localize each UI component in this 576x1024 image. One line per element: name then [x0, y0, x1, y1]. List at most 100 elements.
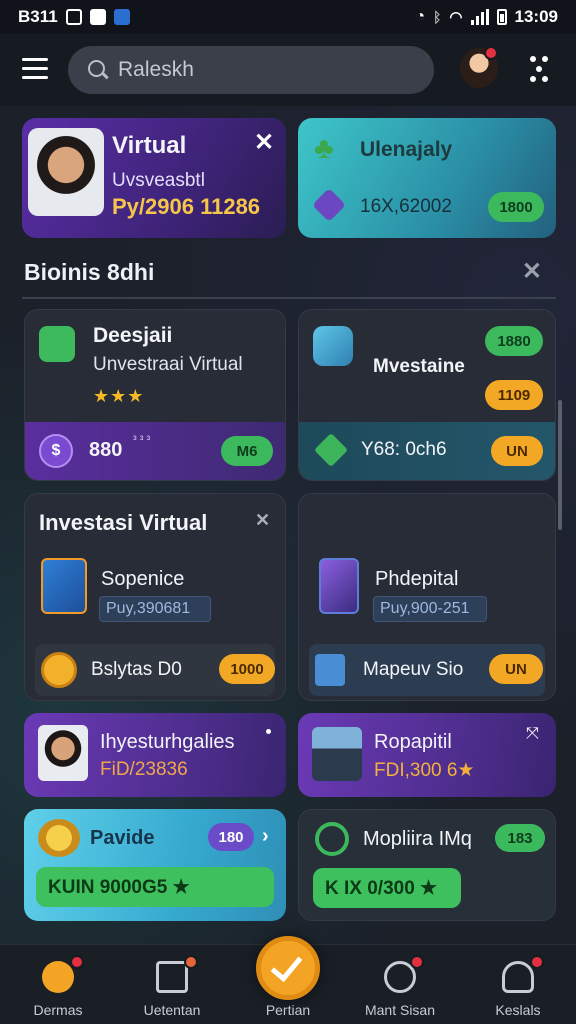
card-f-photo [312, 727, 362, 781]
expand-icon[interactable]: ⤧ [526, 725, 539, 743]
avatar-notification-badge [484, 46, 498, 60]
card-a-amount: 880 [89, 439, 123, 461]
card-c-row[interactable]: Bslytas D0 1000 [35, 644, 275, 696]
card-a-pill[interactable]: M6 [221, 436, 273, 466]
card-a-amount-sup: ³ ³ ³ [133, 434, 151, 446]
daily-card-title: Ulenajaly [360, 138, 453, 161]
card-d-item-tag: Puy,900-251 [373, 596, 487, 622]
phone-icon [319, 558, 359, 614]
nav-label-home: Dermas [33, 1002, 83, 1018]
cube-icon [312, 188, 346, 222]
card-a-stars: ★★★ [93, 386, 145, 406]
more-options-button[interactable] [528, 56, 550, 82]
card-c-row-label: Bslytas D0 [91, 659, 182, 680]
investment-card-g[interactable]: Pavide 180 › KUIN 9000G5 ★ [24, 809, 286, 921]
card-a-subtitle: Unvestraai Virtual [93, 354, 243, 375]
scrollbar[interactable] [558, 400, 562, 530]
search-bar[interactable] [68, 46, 434, 94]
investment-card-d[interactable]: Phdepital Puy,900-251 Mapeuv Sio UN [298, 493, 556, 701]
card-c-item-tag: Puy,390681 [99, 596, 211, 622]
notification-icon [89, 9, 106, 25]
signal-icon [470, 9, 489, 25]
nav-label-tablet: Uetentan [143, 1002, 201, 1018]
gallery-icon [65, 9, 82, 25]
nav-item-tablet[interactable]: Uetentan [122, 945, 222, 1024]
card-d-row-pill[interactable]: UN [489, 654, 543, 684]
card-h-title: Mopliira IMq [363, 828, 472, 850]
investment-card-h[interactable]: Mopliira IMq 183 K IX 0/300 ★ [298, 809, 556, 921]
section-close-icon[interactable]: ✕ [522, 257, 542, 286]
card-d-row[interactable]: Mapeuv Sio UN [309, 644, 545, 696]
home-icon [42, 961, 74, 993]
card-h-pill[interactable]: 183 [495, 824, 545, 852]
profile-photo [28, 128, 104, 216]
daily-card-pill[interactable]: 1800 [488, 192, 544, 222]
card-b-pill-green[interactable]: 1880 [485, 326, 543, 356]
card-e-avatar [38, 725, 88, 781]
card-a-title: Deesjaii [93, 324, 173, 347]
home-badge [70, 955, 84, 969]
tablet-icon [156, 961, 188, 993]
virtual-card-title: Virtual [112, 132, 187, 159]
investment-card-f[interactable]: Ropapitil FDI,300 6★ ⤧ [298, 713, 556, 797]
confirm-check-button[interactable] [256, 936, 320, 1000]
clover-icon: ♣ [314, 132, 334, 165]
investment-card-c[interactable]: Investasi Virtual ✕ Sopenice Puy,390681 … [24, 493, 286, 701]
nav-label-profile: Mant Sisan [364, 1002, 436, 1018]
card-e-amount: FiD/23836 [100, 759, 188, 780]
nav-item-settings[interactable]: Keslals [468, 945, 568, 1024]
card-a-strip: $ 880 ³ ³ ³ M6 [25, 422, 285, 480]
card-e-title: Ihyesturhgalies [100, 731, 235, 753]
menu-button[interactable] [22, 58, 48, 80]
check-circle-icon [315, 822, 349, 856]
section-title: Bioinis 8dhi [24, 259, 155, 285]
search-input[interactable] [118, 58, 398, 82]
nav-label-center: Pertian [265, 1002, 311, 1018]
list-icon [315, 654, 345, 686]
daily-card-value: 16X,62002 [360, 196, 452, 217]
card-c-close-icon[interactable]: ✕ [255, 510, 270, 531]
card-b-pill-orange[interactable]: 1109 [485, 380, 543, 410]
document-icon [39, 326, 75, 362]
card-c-title: Investasi Virtual [39, 510, 208, 535]
card-b-title: Mvestaine [373, 356, 465, 377]
exchange-icon [313, 326, 353, 366]
battery-icon [496, 9, 507, 25]
user-settings-icon [502, 961, 534, 993]
card-d-item-name: Phdepital [375, 568, 459, 590]
daily-card[interactable]: ♣ Ulenajaly 16X,62002 1800 [298, 118, 556, 238]
virtual-card-close-icon[interactable]: ✕ [254, 128, 274, 157]
card-c-item-name: Sopenice [101, 568, 185, 590]
status-bar: B311 ◔ ᛒ ◠ 13:09 [0, 0, 576, 34]
dollar-icon: $ [39, 434, 73, 468]
bluetooth-icon: ᛒ [433, 9, 442, 25]
status-time: 13:09 [514, 7, 558, 26]
search-icon [88, 60, 108, 80]
card-h-bar[interactable]: K IX 0/300 ★ [313, 868, 461, 908]
card-c-row-pill[interactable]: 1000 [219, 654, 275, 684]
status-text-left: B311 [18, 7, 58, 26]
app-header [0, 34, 576, 106]
card-f-title: Ropapitil [374, 731, 452, 753]
nav-item-home[interactable]: Dermas [8, 945, 108, 1024]
profile-badge [410, 955, 424, 969]
virtual-card-subtitle: Uvsveasbtl [112, 170, 205, 191]
storage-icon [41, 558, 87, 614]
nav-item-profile[interactable]: Mant Sisan [350, 945, 450, 1024]
card-e-dot-icon [266, 729, 271, 734]
investment-card-b[interactable]: Mvestaine 1880 1109 Y68: 0ch6 UN [298, 309, 556, 481]
card-d-row-label: Mapeuv Sio [363, 659, 464, 680]
card-g-title: Pavide [90, 827, 155, 849]
settings-badge [530, 955, 544, 969]
investment-card-e[interactable]: Ihyesturhgalies FiD/23836 [24, 713, 286, 797]
card-g-bar[interactable]: KUIN 9000G5 ★ [36, 867, 274, 907]
card-f-amount: FDI,300 6★ [374, 760, 475, 781]
virtual-card[interactable]: Virtual Uvsveasbtl Py/2906 11286 ✕ [22, 118, 286, 238]
investment-card-a[interactable]: Deesjaii Unvestraai Virtual ★★★ $ 880 ³ … [24, 309, 286, 481]
chevron-right-icon[interactable]: › [262, 825, 269, 848]
section-header: Bioinis 8dhi ✕ [22, 255, 556, 299]
card-b-strip: Y68: 0ch6 UN [299, 422, 555, 480]
card-g-pill[interactable]: 180 [208, 823, 254, 851]
wifi-icon: ◠ [449, 9, 463, 26]
card-b-pill-bottom[interactable]: UN [491, 436, 543, 466]
